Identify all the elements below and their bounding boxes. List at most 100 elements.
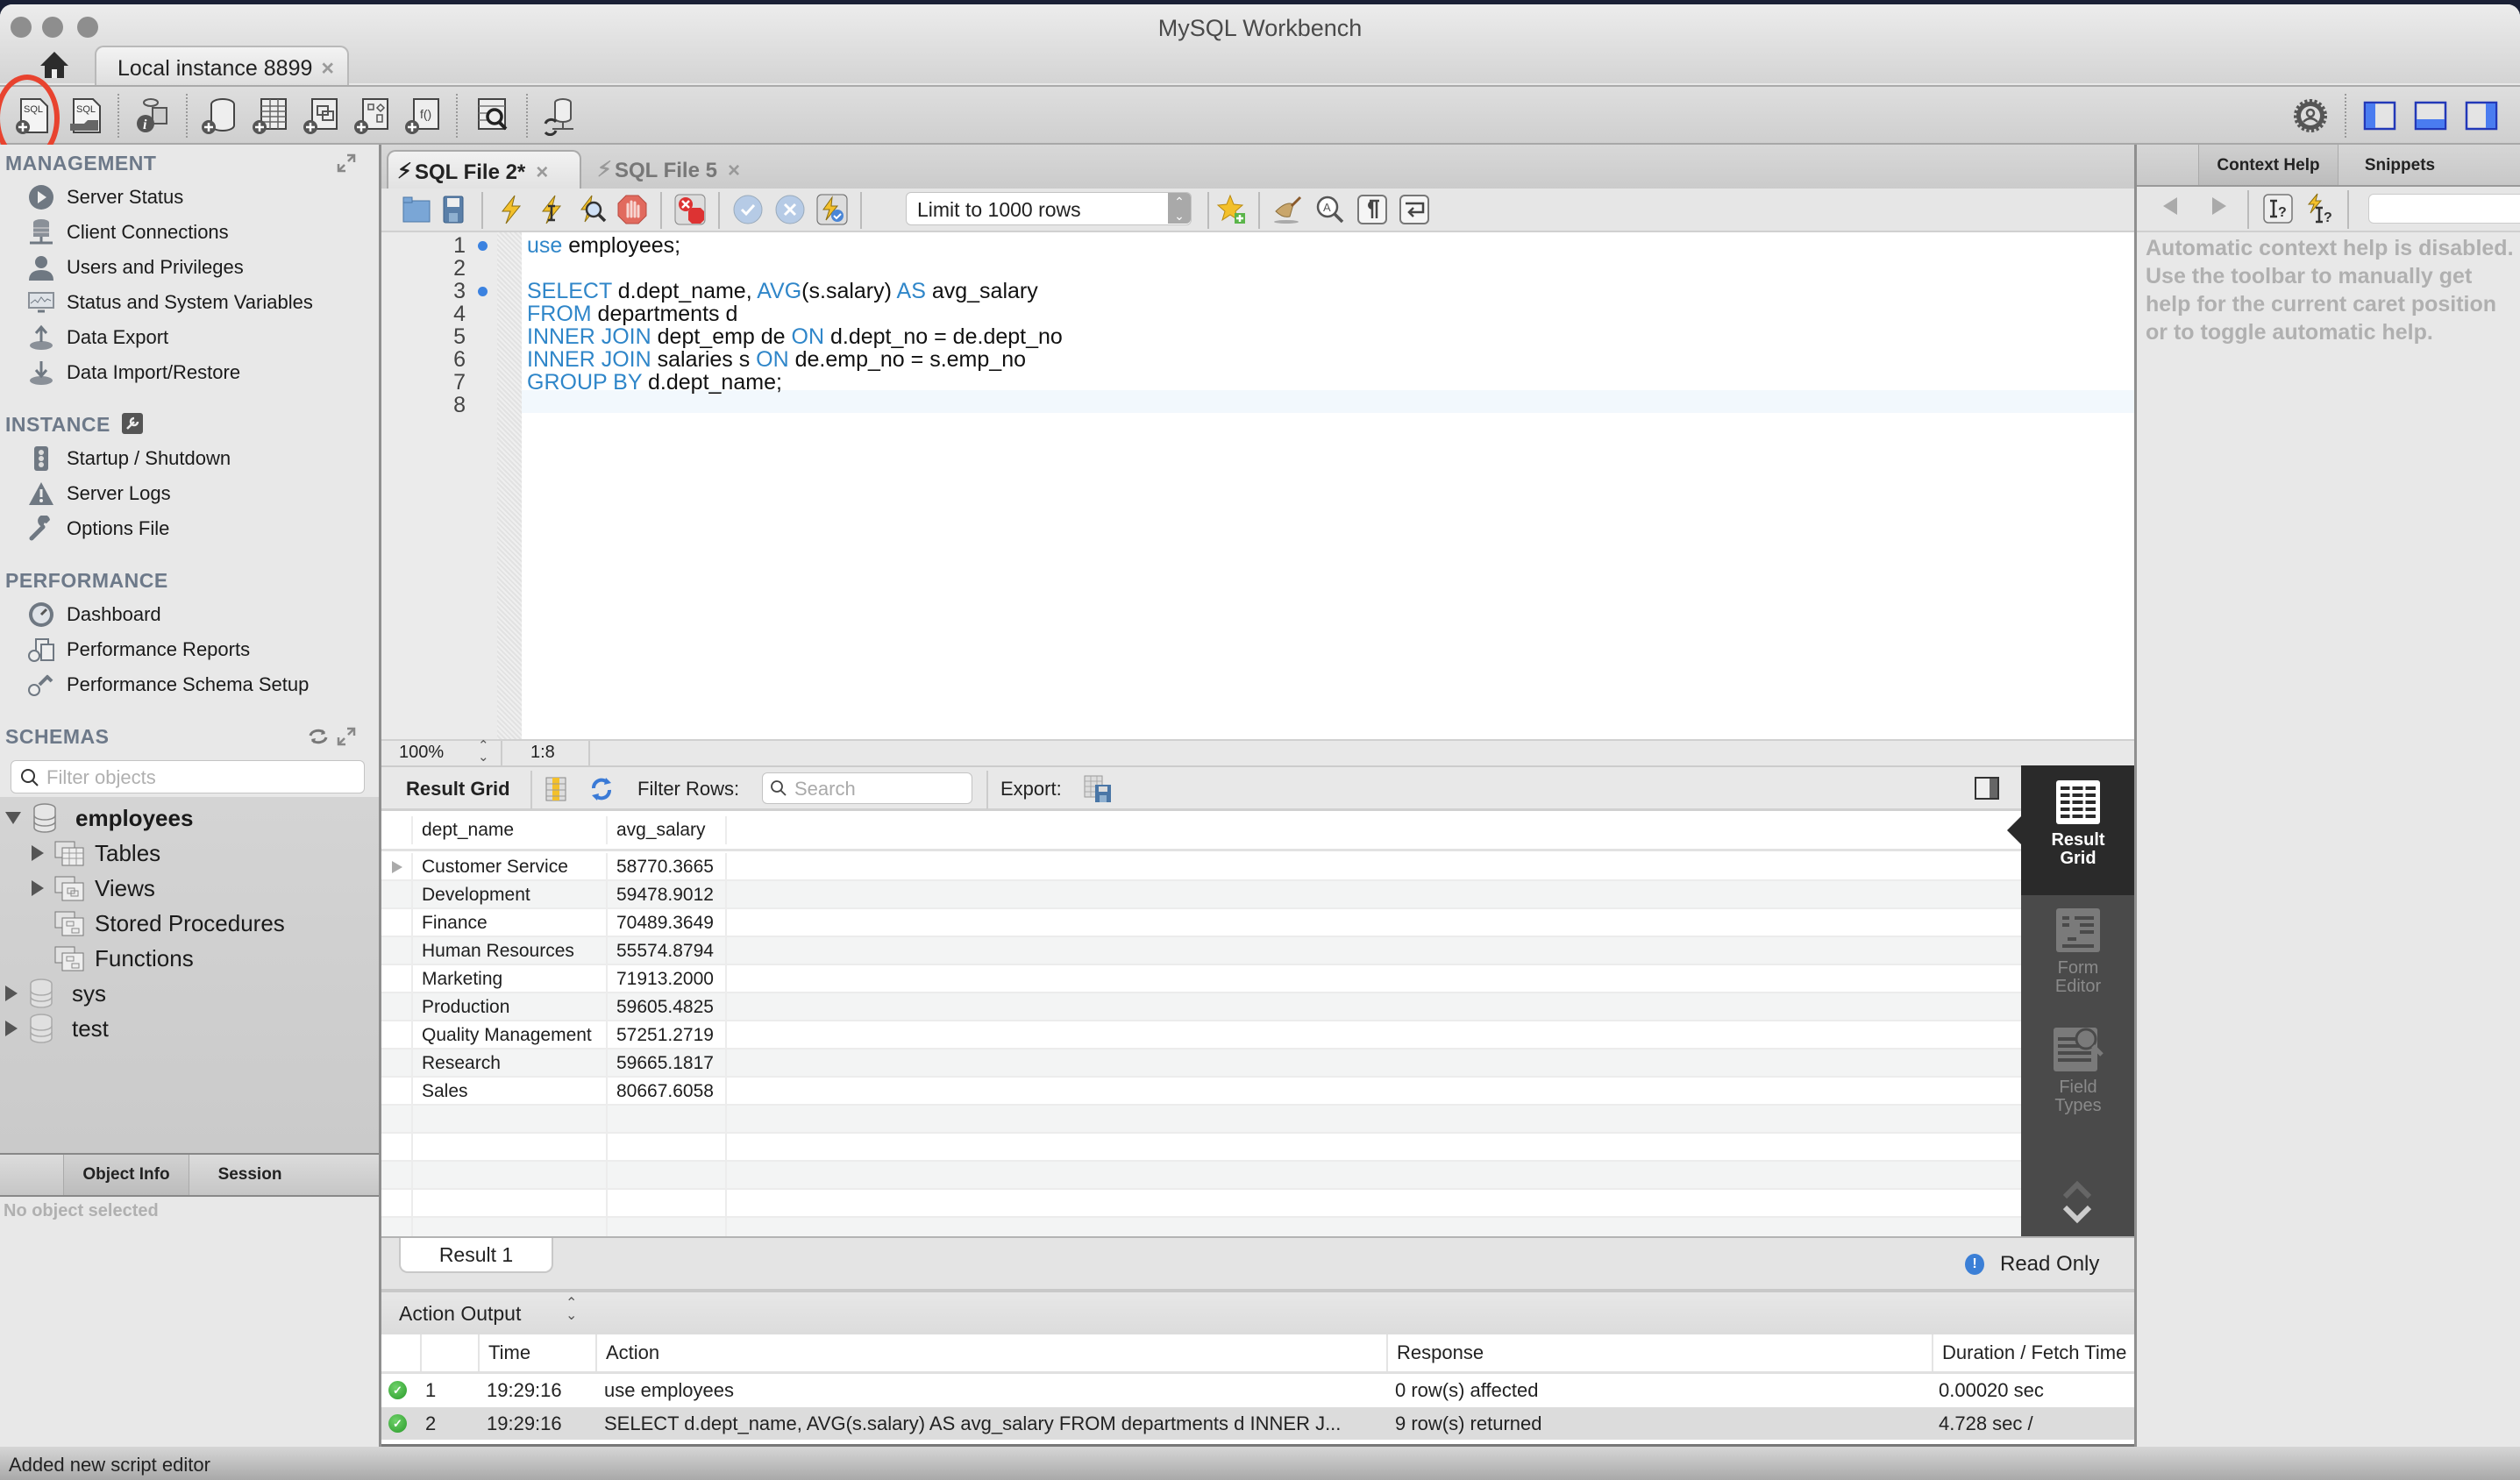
column-header-time[interactable]: Time <box>478 1334 595 1371</box>
connection-tab[interactable]: Local instance 8899 × <box>95 46 349 86</box>
filter-objects-input[interactable]: Filter objects <box>11 760 365 793</box>
sidebar-item-options-file[interactable]: Options File <box>26 513 169 544</box>
invisible-chars-icon[interactable] <box>1356 194 1388 225</box>
schema-test[interactable]: test <box>5 1011 109 1046</box>
sidebar-item-data-import-restore[interactable]: Data Import/Restore <box>26 357 240 388</box>
column-header-avg-salary[interactable]: avg_salary <box>608 816 727 844</box>
sidebar-item-server-status[interactable]: Server Status <box>26 181 183 213</box>
cell-avg-salary[interactable]: 80667.6058 <box>608 1078 727 1106</box>
select-stepper-icon[interactable]: ⌃ ⌄ <box>566 1297 577 1323</box>
manual-help-icon[interactable]: ? <box>2263 194 2293 224</box>
sidebar-item-startup-shutdown[interactable]: Startup / Shutdown <box>26 443 231 474</box>
close-tab-icon[interactable]: × <box>536 160 548 184</box>
help-search-input[interactable] <box>2368 194 2520 224</box>
sidebar-item-client-connections[interactable]: Client Connections <box>26 217 229 248</box>
tab-snippets[interactable]: Snippets <box>2338 145 2461 185</box>
close-tab-icon[interactable]: × <box>728 159 740 182</box>
table-row[interactable]: Production 59605.4825 <box>381 993 2021 1021</box>
form-editor-view-button[interactable]: Form Editor <box>2021 902 2135 1016</box>
cell-avg-salary[interactable]: 59478.9012 <box>608 881 727 909</box>
home-icon[interactable] <box>39 50 70 80</box>
output-row[interactable]: ✓ 2 19:29:16 SELECT d.dept_name, AVG(s.sala… <box>381 1407 2134 1467</box>
auto-commit-icon[interactable] <box>816 194 848 225</box>
word-wrap-icon[interactable] <box>1399 194 1430 225</box>
cell-dept-name[interactable]: Marketing <box>411 965 608 993</box>
sidebar-item-dashboard[interactable]: Dashboard <box>26 599 161 630</box>
expand-triangle-icon[interactable] <box>32 845 44 861</box>
rollback-icon[interactable] <box>774 194 806 225</box>
tab-session[interactable]: Session <box>189 1155 310 1195</box>
export-icon[interactable] <box>1083 774 1114 804</box>
result-grid-view-button[interactable]: Result Grid <box>2021 765 2135 895</box>
explain-icon[interactable] <box>576 194 608 225</box>
cell-avg-salary[interactable] <box>608 1218 727 1236</box>
column-header-response[interactable]: Response <box>1386 1334 1932 1371</box>
cell-avg-salary[interactable] <box>608 1190 727 1218</box>
sidebar-item-users-and-privileges[interactable]: Users and Privileges <box>26 252 244 283</box>
cell-dept-name[interactable] <box>411 1218 608 1236</box>
expand-schemas-icon[interactable] <box>337 727 356 746</box>
create-schema-icon[interactable] <box>200 96 240 136</box>
create-procedure-icon[interactable] <box>352 96 393 136</box>
statement-marker-icon[interactable] <box>478 287 488 296</box>
collapse-triangle-icon[interactable] <box>5 812 21 824</box>
find-icon[interactable]: A <box>1314 194 1346 225</box>
cell-avg-salary[interactable] <box>608 1162 727 1190</box>
editor-tab-sql-file-2[interactable]: ⚡︎ SQL File 2* × <box>387 150 581 189</box>
execute-current-icon[interactable] <box>536 194 567 225</box>
toggle-result-panel-icon[interactable] <box>1974 776 2000 800</box>
toggle-stop-on-error-icon[interactable] <box>674 194 706 225</box>
expand-triangle-icon[interactable] <box>5 1021 18 1036</box>
execute-all-icon[interactable] <box>495 194 527 225</box>
cell-dept-name[interactable]: Human Resources <box>411 937 608 965</box>
cell-avg-salary[interactable]: 71913.2000 <box>608 965 727 993</box>
stop-icon[interactable] <box>616 194 648 225</box>
instance-wrench-icon[interactable] <box>121 413 143 434</box>
output-type-select[interactable]: Action Output <box>399 1302 521 1326</box>
schema-employees[interactable]: employees <box>5 800 193 836</box>
cell-dept-name[interactable]: Quality Management <box>411 1021 608 1050</box>
refresh-schemas-icon[interactable] <box>307 727 330 746</box>
save-file-icon[interactable] <box>438 194 469 225</box>
table-row[interactable]: Finance 70489.3649 <box>381 909 2021 937</box>
cell-avg-salary[interactable]: 59605.4825 <box>608 993 727 1021</box>
cell-dept-name[interactable]: Production <box>411 993 608 1021</box>
create-table-icon[interactable] <box>251 96 291 136</box>
cell-avg-salary[interactable] <box>608 1106 727 1134</box>
column-header-duration[interactable]: Duration / Fetch Time <box>1932 1334 2134 1371</box>
cell-avg-salary[interactable]: 59665.1817 <box>608 1050 727 1078</box>
tree-item-tables[interactable]: Tables <box>32 836 160 871</box>
forward-arrow-icon[interactable] <box>2212 197 2226 215</box>
toggle-sidebar-icon[interactable] <box>2360 96 2401 136</box>
create-view-icon[interactable] <box>302 96 342 136</box>
expand-triangle-icon[interactable] <box>5 985 18 1001</box>
zoom-level[interactable]: 100% <box>399 743 444 763</box>
result-grid[interactable]: dept_name avg_salary Customer Service 587… <box>381 811 2021 1236</box>
schema-sys[interactable]: sys <box>5 976 106 1011</box>
tree-item-functions[interactable]: Functions <box>54 941 194 976</box>
search-table-data-icon[interactable] <box>473 96 514 136</box>
table-row[interactable]: Research 59665.1817 <box>381 1050 2021 1078</box>
column-header-dept-name[interactable]: dept_name <box>411 816 608 844</box>
open-file-icon[interactable] <box>401 194 432 225</box>
result-tab-1[interactable]: Result 1 <box>399 1238 553 1273</box>
cell-avg-salary[interactable]: 57251.2719 <box>608 1021 727 1050</box>
cell-avg-salary[interactable]: 58770.3665 <box>608 853 727 881</box>
cell-dept-name[interactable] <box>411 1106 608 1134</box>
cell-dept-name[interactable] <box>411 1162 608 1190</box>
tree-item-stored-procedures[interactable]: Stored Procedures <box>54 906 285 941</box>
cell-avg-salary[interactable]: 55574.8794 <box>608 937 727 965</box>
filter-rows-search-input[interactable]: Search <box>762 772 972 804</box>
cell-dept-name[interactable]: Customer Service <box>411 853 608 881</box>
schema-inspector-icon[interactable]: i <box>132 96 172 136</box>
toggle-output-panel-icon[interactable] <box>2411 96 2452 136</box>
cell-dept-name[interactable] <box>411 1134 608 1162</box>
sidebar-item-status-and-system-variables[interactable]: Status and System Variables <box>26 287 313 318</box>
cell-avg-salary[interactable] <box>608 1134 727 1162</box>
column-header-action[interactable]: Action <box>595 1334 1386 1371</box>
table-row[interactable]: Human Resources 55574.8794 <box>381 937 2021 965</box>
sidebar-item-data-export[interactable]: Data Export <box>26 322 168 353</box>
open-sql-script-icon[interactable]: SQL <box>67 96 107 136</box>
cell-dept-name[interactable] <box>411 1190 608 1218</box>
cell-dept-name[interactable]: Sales <box>411 1078 608 1106</box>
